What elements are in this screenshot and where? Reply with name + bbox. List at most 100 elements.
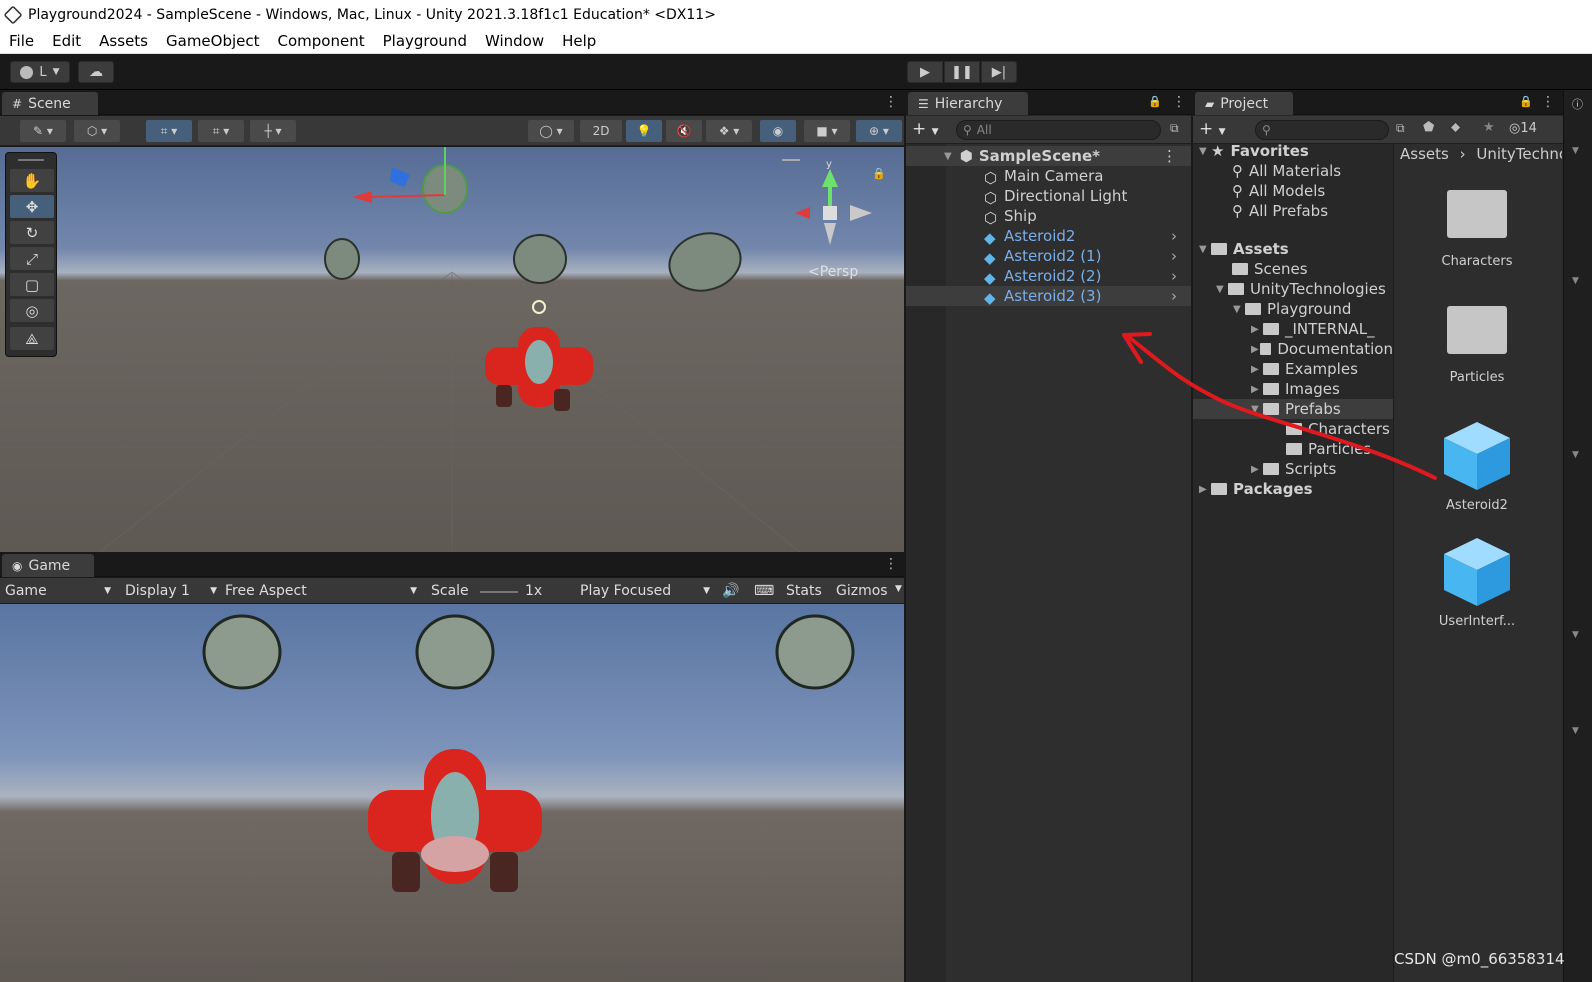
asset-prefab-asteroid2[interactable]: Asteroid2 xyxy=(1427,420,1527,513)
keyboard-shortcuts-button[interactable]: ⌨ xyxy=(754,581,774,601)
lighting-button[interactable]: 💡 xyxy=(626,120,662,142)
hierarchy-item-directional-light[interactable]: ⬡ Directional Light xyxy=(906,186,1191,207)
pivot-button[interactable]: ⌗ ▾ xyxy=(146,120,192,142)
play-mode-dropdown[interactable]: Play Focused ▼ xyxy=(580,581,710,601)
cloud-button[interactable]: ☁ xyxy=(78,61,114,83)
scale-tool-button[interactable]: ⤢ xyxy=(10,247,54,270)
asset-folder-particles[interactable]: Particles xyxy=(1427,306,1527,385)
tree-images[interactable]: ▶ Images xyxy=(1251,379,1340,399)
hierarchy-item-asteroid2-1[interactable]: ◆ Asteroid2 (1) › xyxy=(906,246,1191,267)
grid-button[interactable]: ⌗ ▾ xyxy=(198,120,244,142)
scene-visibility-icon[interactable]: ⧉ xyxy=(1170,121,1179,136)
tree-scripts[interactable]: ▶ Scripts xyxy=(1251,459,1336,479)
game-view[interactable] xyxy=(0,604,904,982)
visibility-button[interactable]: ◉ xyxy=(760,120,796,142)
gizmos-button[interactable]: ⊕ ▾ xyxy=(856,120,902,142)
play-button[interactable]: ▶ xyxy=(907,61,943,83)
game-view-dropdown[interactable]: Game ▼ xyxy=(5,581,111,601)
shading-button[interactable]: ⬡ ▾ xyxy=(74,120,120,142)
add-object-button[interactable]: + ▼ xyxy=(912,119,939,139)
tree-particles[interactable]: Particles xyxy=(1286,439,1371,459)
mode-2d-button[interactable]: 2D xyxy=(580,120,622,142)
hierarchy-item-main-camera[interactable]: ⬡ Main Camera xyxy=(906,166,1191,187)
tree-characters[interactable]: Characters xyxy=(1286,419,1390,439)
chevron-down-icon[interactable]: ▼ xyxy=(1572,630,1579,640)
hierarchy-item-asteroid2[interactable]: ◆ Asteroid2 › xyxy=(906,226,1191,247)
breadcrumb-item[interactable]: UnityTechno xyxy=(1476,145,1562,163)
orientation-gizmo[interactable] xyxy=(782,159,872,245)
tree-favorites[interactable]: ▼ ★ Favorites xyxy=(1199,141,1309,161)
lock-icon[interactable]: 🔒 xyxy=(872,167,886,180)
menu-assets[interactable]: Assets xyxy=(90,32,157,50)
tab-hierarchy[interactable]: ☰ Hierarchy xyxy=(908,92,1028,115)
menu-file[interactable]: File xyxy=(0,32,43,50)
tab-game[interactable]: ◉ Game xyxy=(2,554,94,577)
hand-tool-button[interactable]: ✋ xyxy=(10,169,54,192)
menu-playground[interactable]: Playground xyxy=(374,32,476,50)
chevron-down-icon[interactable]: ▼ xyxy=(1572,726,1579,736)
favorite-star-icon[interactable]: ★ xyxy=(1483,120,1495,135)
persp-label[interactable]: <Persp xyxy=(808,264,858,280)
asset-folder-characters[interactable]: Characters xyxy=(1427,190,1527,269)
hierarchy-scene-row[interactable]: ▼ ⬢ SampleScene* ⋮ xyxy=(906,146,1191,166)
tree-playground[interactable]: ▼ Playground xyxy=(1233,299,1351,319)
audio-button[interactable]: 🔇 xyxy=(666,120,702,142)
tree-unity-technologies[interactable]: ▼ UnityTechnologies xyxy=(1216,279,1386,299)
draw-mode-button[interactable]: ✎ ▾ xyxy=(20,120,66,142)
chevron-right-icon[interactable]: › xyxy=(1171,247,1177,265)
hierarchy-item-asteroid2-3[interactable]: ◆ Asteroid2 (3) › xyxy=(906,286,1191,307)
step-button[interactable]: ▶| xyxy=(981,61,1017,83)
hidden-packages-button[interactable]: ◎14 xyxy=(1509,121,1537,136)
mute-audio-button[interactable]: 🔊 xyxy=(722,581,740,601)
rect-tool-button[interactable]: ▢ xyxy=(10,273,54,296)
chevron-down-icon[interactable]: ▼ xyxy=(895,584,902,594)
scene-view[interactable]: y 🔒 <Persp xyxy=(0,147,904,552)
hierarchy-menu-icon[interactable]: ⋮ xyxy=(1172,94,1186,110)
chevron-down-icon[interactable]: ▼ xyxy=(1572,146,1579,156)
display-dropdown[interactable]: Display 1 ▼ xyxy=(125,581,217,601)
game-menu-icon[interactable]: ⋮ xyxy=(884,556,898,572)
drag-handle[interactable] xyxy=(18,159,44,161)
snap-button[interactable]: ┼ ▾ xyxy=(250,120,296,142)
tab-scene[interactable]: # Scene xyxy=(2,92,98,115)
tree-favorite-all-models[interactable]: ⚲ All Models xyxy=(1232,181,1325,201)
tree-favorite-all-prefabs[interactable]: ⚲ All Prefabs xyxy=(1232,201,1328,221)
camera-button[interactable]: ■ ▾ xyxy=(804,120,850,142)
create-asset-button[interactable]: + ▼ xyxy=(1199,119,1226,139)
chevron-right-icon[interactable]: › xyxy=(1171,227,1177,245)
scale-slider[interactable] xyxy=(480,591,518,593)
chevron-down-icon[interactable]: ▼ xyxy=(1572,450,1579,460)
tree-internal[interactable]: ▶ _INTERNAL_ xyxy=(1251,319,1375,339)
chevron-down-icon[interactable]: ▼ xyxy=(1572,276,1579,286)
move-tool-button[interactable]: ✥ xyxy=(10,195,54,218)
hierarchy-item-asteroid2-2[interactable]: ◆ Asteroid2 (2) › xyxy=(906,266,1191,287)
chevron-right-icon[interactable]: › xyxy=(1171,287,1177,305)
info-icon[interactable]: ⓘ xyxy=(1572,96,1583,112)
menu-gameobject[interactable]: GameObject xyxy=(157,32,269,50)
orbit-button[interactable]: ◯ ▾ xyxy=(528,120,574,142)
menu-edit[interactable]: Edit xyxy=(43,32,90,50)
menu-component[interactable]: Component xyxy=(269,32,374,50)
scene-menu-icon[interactable]: ⋮ xyxy=(884,94,898,110)
tree-examples[interactable]: ▶ Examples xyxy=(1251,359,1358,379)
tree-documentation[interactable]: ▶ Documentation xyxy=(1251,339,1393,359)
lock-icon[interactable]: 🔒 xyxy=(1148,95,1162,108)
stats-button[interactable]: Stats xyxy=(786,581,826,601)
breadcrumb-item[interactable]: Assets xyxy=(1400,145,1449,163)
transform-tool-button[interactable]: ◎ xyxy=(10,299,54,322)
menu-window[interactable]: Window xyxy=(476,32,553,50)
tree-prefabs[interactable]: ▼ Prefabs xyxy=(1193,399,1393,419)
lock-icon[interactable]: 🔒 xyxy=(1519,95,1533,108)
effects-button[interactable]: ❖ ▾ xyxy=(706,120,752,142)
gizmos-toggle[interactable]: Gizmos xyxy=(836,581,892,601)
aspect-dropdown[interactable]: Free Aspect ▼ xyxy=(225,581,417,601)
hierarchy-search-input[interactable]: ⚲ All xyxy=(956,120,1161,140)
pause-button[interactable]: ❚❚ xyxy=(944,61,980,83)
hierarchy-item-ship[interactable]: ⬡ Ship xyxy=(906,206,1191,227)
account-button[interactable]: L ▼ xyxy=(10,61,70,83)
scene-menu-icon[interactable]: ⋮ xyxy=(1162,147,1177,165)
custom-tool-button[interactable]: ⟁ xyxy=(10,327,54,350)
project-search-input[interactable]: ⚲ xyxy=(1255,120,1389,140)
filter-type-icon[interactable]: ⬟ xyxy=(1423,120,1434,135)
project-menu-icon[interactable]: ⋮ xyxy=(1541,94,1555,110)
